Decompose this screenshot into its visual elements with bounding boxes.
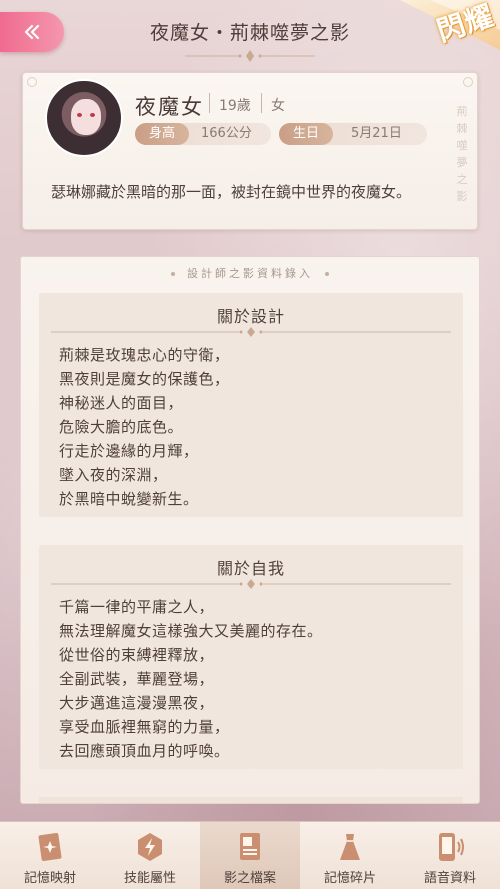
- phone-voice-icon: [439, 833, 464, 861]
- avatar-face: [71, 99, 101, 135]
- character-name: 夜魔女: [135, 95, 204, 119]
- nav-item-skill-attributes[interactable]: 技能屬性: [100, 822, 200, 889]
- header: 夜魔女・荊棘噬夢之影 閃耀: [0, 0, 500, 66]
- nav-label: 記憶碎片: [323, 871, 376, 886]
- birthday-pill: 生日 5月21日: [279, 123, 427, 145]
- document-profile-icon: [240, 833, 260, 860]
- avatar-eye: [90, 113, 95, 117]
- corner-ornament: [27, 77, 37, 87]
- lightning-hexagon-icon: [138, 833, 162, 861]
- nav-item-shadow-file[interactable]: 影之檔案: [200, 822, 300, 889]
- section-ornament: [51, 579, 451, 589]
- title-ornament: [185, 50, 315, 62]
- section-line: 荊棘是玫瑰忠心的守衛，: [59, 346, 230, 364]
- dress-icon: [340, 834, 360, 860]
- section-line: 於黑暗中蛻變新生。: [59, 490, 199, 508]
- nav-label: 記憶映射: [23, 871, 76, 886]
- section-about-design: 關於設計 荊棘是玫瑰忠心的守衛， 黑夜則是魔女的保護色， 神秘迷人的面目， 危險…: [39, 293, 463, 517]
- character-gender: 女: [271, 98, 285, 114]
- section-title: 關於設計: [216, 307, 285, 326]
- section-line: 享受血脈裡無窮的力量，: [59, 718, 230, 736]
- nav-label: 語音資料: [423, 871, 476, 886]
- bottom-nav: 記憶映射 技能屬性 影之檔案 記憶碎片 語音資料: [0, 821, 500, 889]
- height-pill: 身高 166公分: [135, 123, 271, 145]
- panel-subtitle: 設計師之影資料錄入: [21, 265, 479, 281]
- section-title: 關於自我: [216, 559, 285, 578]
- divider: [261, 93, 262, 113]
- dot-ornament: [325, 272, 329, 276]
- section-line: 無法理解魔女這樣強大又美麗的存在。: [59, 622, 323, 640]
- section-line: 神秘迷人的面目，: [59, 394, 184, 412]
- corner-ornament: [463, 77, 473, 87]
- height-value: 166公分: [201, 126, 252, 141]
- memory-card-icon: [38, 832, 62, 862]
- nav-item-voice-data[interactable]: 語音資料: [400, 822, 500, 889]
- nav-item-memory-mapping[interactable]: 記憶映射: [0, 822, 100, 889]
- section-line: 墜入夜的深淵，: [59, 466, 168, 484]
- avatar-eye: [77, 113, 82, 117]
- section-line: 去回應頭頂血月的呼喚。: [59, 742, 230, 760]
- section-line: 大步邁進這漫漫黑夜，: [59, 694, 215, 712]
- rarity-badge: 閃耀: [380, 0, 500, 66]
- nav-item-memory-fragments[interactable]: 記憶碎片: [300, 822, 400, 889]
- section-line: 全副武裝，華麗登場，: [59, 670, 215, 688]
- section-line: 從世俗的束縛裡釋放，: [59, 646, 215, 664]
- character-description: 瑟琳娜藏於黑暗的那一面，被封在鏡中世界的夜魔女。: [51, 183, 412, 201]
- dot-ornament: [171, 272, 175, 276]
- nav-label: 影之檔案: [223, 871, 276, 886]
- birthday-label: 生日: [279, 123, 334, 145]
- character-age: 19歲: [219, 98, 251, 114]
- section-ornament: [51, 327, 451, 337]
- section-body: 千篇一律的平庸之人， 無法理解魔女這樣強大又美麗的存在。 從世俗的束縛裡釋放， …: [59, 595, 443, 763]
- panel-subtitle-text: 設計師之影資料錄入: [187, 267, 313, 280]
- vertical-watermark-text: 荊棘噬夢之影: [456, 105, 468, 203]
- nav-label: 技能屬性: [123, 871, 176, 886]
- birthday-value: 5月21日: [351, 126, 402, 141]
- section-body: 荊棘是玫瑰忠心的守衛， 黑夜則是魔女的保護色， 神秘迷人的面目， 危險大膽的底色…: [59, 343, 443, 511]
- section-line: 黑夜則是魔女的保護色，: [59, 370, 230, 388]
- divider: [209, 93, 210, 113]
- section-about-self: 關於自我 千篇一律的平庸之人， 無法理解魔女這樣強大又美麗的存在。 從世俗的束縛…: [39, 545, 463, 769]
- avatar[interactable]: [45, 79, 123, 157]
- height-label: 身高: [135, 123, 190, 145]
- section-next-stub: [39, 797, 463, 803]
- profile-info-panel[interactable]: 設計師之影資料錄入 關於設計 荊棘是玫瑰忠心的守衛， 黑夜則是魔女的保護色， 神…: [20, 256, 480, 804]
- profile-card: 夜魔女 19歲 女 身高 166公分 生日 5月21日 荊棘噬夢之影 瑟琳娜藏於…: [22, 72, 478, 230]
- section-line: 千篇一律的平庸之人，: [59, 598, 215, 616]
- section-line: 行走於邊緣的月輝，: [59, 442, 199, 460]
- section-line: 危險大膽的底色。: [59, 418, 184, 436]
